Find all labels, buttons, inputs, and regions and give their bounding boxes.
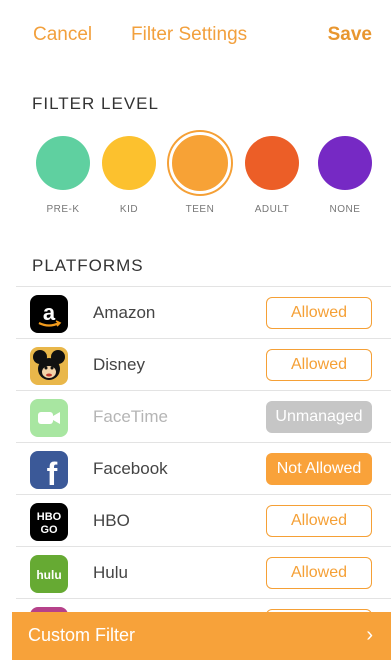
level-none[interactable]: NONE: [310, 130, 380, 215]
level-label: PRE-K: [46, 204, 80, 215]
hulu-icon: hulu: [30, 555, 68, 593]
level-label: ADULT: [254, 204, 290, 215]
platform-name: Amazon: [93, 303, 156, 322]
level-label: TEEN: [185, 204, 215, 215]
platform-name: FaceTime: [93, 407, 168, 426]
filter-level-heading: FILTER LEVEL: [32, 94, 159, 113]
platform-row-facebook: f Facebook Not Allowed: [16, 443, 391, 495]
amazon-icon: a: [30, 295, 68, 333]
level-teen[interactable]: TEEN: [165, 130, 235, 215]
level-circle-selected[interactable]: [169, 132, 231, 194]
facetime-icon: [30, 399, 68, 437]
cancel-button[interactable]: Cancel: [33, 24, 92, 46]
platform-name: Disney: [93, 355, 145, 374]
status-toggle[interactable]: Allowed: [266, 297, 372, 329]
status-toggle[interactable]: Not Allowed: [266, 453, 372, 485]
platform-row-hulu: hulu Hulu Allowed: [16, 547, 391, 599]
facebook-icon: f: [30, 451, 68, 489]
platform-name: HBO: [93, 511, 130, 530]
platform-row-disney: Disney Allowed: [16, 339, 391, 391]
status-toggle[interactable]: Allowed: [266, 505, 372, 537]
status-toggle[interactable]: Allowed: [266, 557, 372, 589]
level-pre-k[interactable]: PRE-K: [28, 130, 98, 215]
platform-row-amazon: a Amazon Allowed: [16, 287, 391, 339]
svg-text:GO: GO: [40, 524, 58, 536]
level-circle[interactable]: [36, 136, 90, 190]
platform-row-facetime: FaceTime Unmanaged: [16, 391, 391, 443]
platforms-heading: PLATFORMS: [32, 256, 144, 275]
status-toggle[interactable]: Allowed: [266, 349, 372, 381]
hbo-go-icon: HBO GO: [30, 503, 68, 541]
disney-icon: [30, 347, 68, 385]
platform-name: Hulu: [93, 563, 128, 582]
page-title: Filter Settings: [131, 24, 248, 45]
custom-filter-button[interactable]: Custom Filter ›: [12, 612, 391, 660]
platform-name: Facebook: [93, 459, 168, 478]
filter-level-selector: PRE-K KID TEEN ADULT NONE: [0, 130, 391, 225]
svg-text:f: f: [47, 456, 58, 489]
platform-row-hbo: HBO GO HBO Allowed: [16, 495, 391, 547]
chevron-right-icon: ›: [366, 624, 373, 646]
status-toggle[interactable]: Unmanaged: [266, 401, 372, 433]
svg-text:HBO: HBO: [37, 511, 62, 523]
level-kid[interactable]: KID: [94, 130, 164, 215]
svg-text:a: a: [43, 300, 56, 325]
nav-bar: Cancel Filter Settings Save: [0, 0, 391, 72]
level-circle[interactable]: [102, 136, 156, 190]
level-label: NONE: [329, 204, 361, 215]
level-label: KID: [119, 204, 139, 215]
svg-text:hulu: hulu: [36, 568, 61, 582]
platform-list: a Amazon Allowed Disney Allowed FaceTime…: [16, 286, 391, 651]
save-button[interactable]: Save: [328, 24, 372, 46]
level-adult[interactable]: ADULT: [237, 130, 307, 215]
level-circle[interactable]: [318, 136, 372, 190]
custom-filter-label: Custom Filter: [28, 625, 136, 645]
level-circle[interactable]: [245, 136, 299, 190]
